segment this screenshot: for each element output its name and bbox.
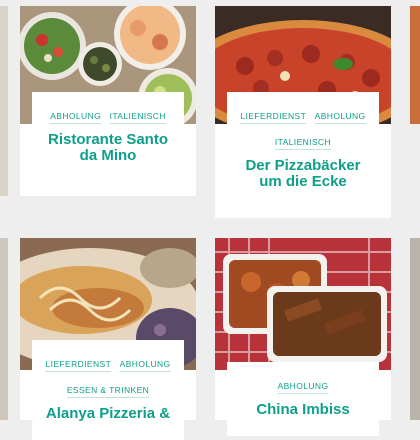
category-tag[interactable]: ITALIENISCH	[109, 111, 166, 124]
partial-card-right-top	[410, 6, 420, 124]
card-info-box: ABHOLUNG ITALIENISCH Ristorante Santo da…	[32, 92, 184, 182]
restaurant-title[interactable]: Alanya Pizzeria &	[32, 406, 184, 440]
tag-list: LIEFERDIENST ABHOLUNG ITALIENISCH	[227, 92, 379, 158]
category-tag[interactable]: LIEFERDIENST	[45, 359, 112, 372]
category-tag[interactable]: ABHOLUNG	[277, 381, 329, 394]
partial-card-left-top	[0, 6, 8, 196]
restaurant-card[interactable]: LIEFERDIENST ABHOLUNG ESSEN & TRINKEN Al…	[20, 238, 196, 440]
restaurant-card[interactable]: ABHOLUNG China Imbiss	[215, 238, 391, 436]
partial-card-left-bottom	[0, 238, 8, 420]
category-tag[interactable]: ABHOLUNG	[119, 359, 171, 372]
category-tag[interactable]: ABHOLUNG	[50, 111, 102, 124]
restaurant-card[interactable]: ABHOLUNG ITALIENISCH Ristorante Santo da…	[20, 6, 196, 196]
tag-list: LIEFERDIENST ABHOLUNG ESSEN & TRINKEN	[32, 340, 184, 406]
restaurant-title[interactable]: Der Pizzabäcker um die Ecke	[227, 158, 379, 208]
tag-list: ABHOLUNG ITALIENISCH	[32, 92, 184, 132]
restaurant-title[interactable]: China Imbiss	[227, 402, 379, 436]
category-tag[interactable]: ABHOLUNG	[314, 111, 366, 124]
restaurant-card[interactable]: LIEFERDIENST ABHOLUNG ITALIENISCH Der Pi…	[215, 6, 391, 218]
card-info-box: ABHOLUNG China Imbiss	[227, 362, 379, 436]
category-tag[interactable]: LIEFERDIENST	[240, 111, 307, 124]
category-tag[interactable]: ITALIENISCH	[274, 137, 332, 150]
card-info-box: LIEFERDIENST ABHOLUNG ITALIENISCH Der Pi…	[227, 92, 379, 208]
partial-card-right-bottom	[410, 238, 420, 420]
restaurant-title[interactable]: Ristorante Santo da Mino	[32, 132, 184, 182]
tag-list: ABHOLUNG	[227, 362, 379, 402]
card-info-box: LIEFERDIENST ABHOLUNG ESSEN & TRINKEN Al…	[32, 340, 184, 440]
category-tag[interactable]: ESSEN & TRINKEN	[66, 385, 150, 398]
restaurant-photo	[215, 238, 391, 370]
